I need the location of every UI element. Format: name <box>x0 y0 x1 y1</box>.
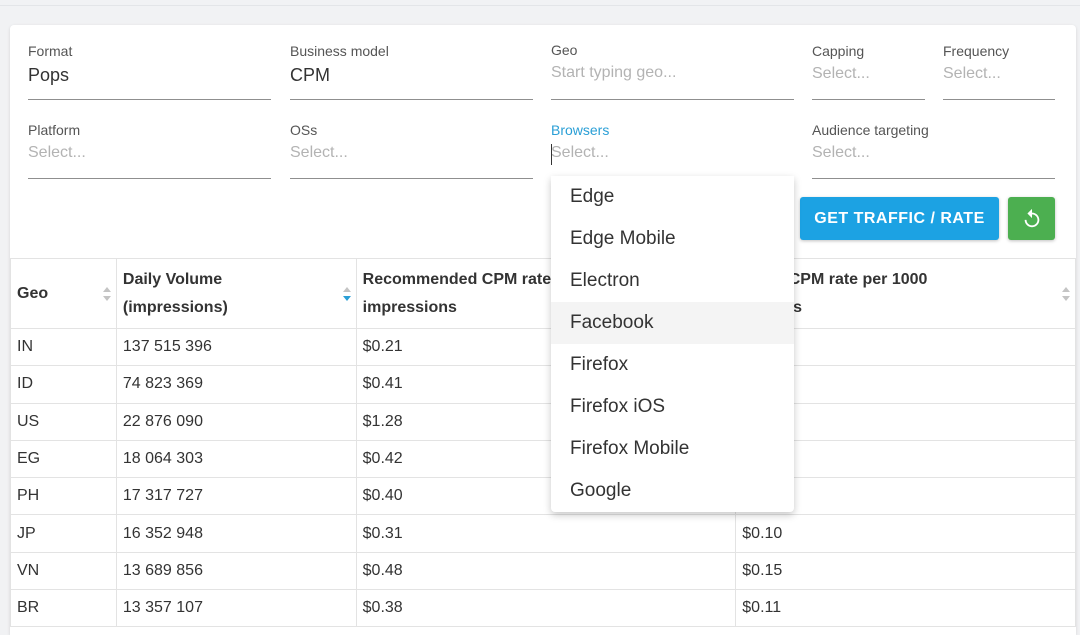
cell-geo: VN <box>10 551 117 591</box>
cell-daily-volume: 17 317 727 <box>115 477 357 516</box>
platform-label: Platform <box>28 122 81 138</box>
column-header-minimum-line1: um CPM rate per 1000 <box>760 270 928 288</box>
column-header-minimum-line2: sions <box>760 294 1049 322</box>
capping-underline <box>812 99 925 100</box>
sort-neutral-icon <box>102 286 111 301</box>
dropdown-option-google[interactable]: Google <box>551 470 794 512</box>
business-model-select[interactable]: Business model CPM <box>290 43 533 100</box>
table-row: VN 13 689 856 $0.48 $0.15 <box>10 551 1076 591</box>
traffic-table: Geo Daily Volume (impressions) Recommend… <box>10 258 1076 628</box>
table-row: IN 137 515 396 $0.21 <box>10 327 1076 367</box>
refresh-icon <box>1024 208 1039 227</box>
table-body: IN 137 515 396 $0.21 ID 74 823 369 $0.41 US 22 … <box>10 327 1076 628</box>
cell-recommended-cpm: $0.38 <box>355 589 737 628</box>
cell-recommended-cpm: $0.48 <box>355 551 737 591</box>
capping-placeholder: Select... <box>812 65 870 82</box>
business-model-underline <box>290 99 533 100</box>
dropdown-option-edge-mobile[interactable]: Edge Mobile <box>551 218 794 260</box>
capping-select[interactable]: Capping Select... <box>812 43 925 100</box>
browsers-placeholder: Select... <box>551 144 609 161</box>
cell-daily-volume: 13 357 107 <box>115 589 357 628</box>
platform-select[interactable]: Platform Select... <box>28 122 271 179</box>
platform-placeholder: Select... <box>28 144 86 161</box>
cell-daily-volume: 22 876 090 <box>115 402 357 441</box>
oss-underline <box>290 178 533 179</box>
dropdown-option-firefox-mobile[interactable]: Firefox Mobile <box>551 428 794 470</box>
column-header-daily-volume-line2: (impressions) <box>122 298 228 316</box>
table-row: BR 13 357 107 $0.38 $0.11 <box>10 589 1076 628</box>
table-row: JP 16 352 948 $0.31 $0.10 <box>10 514 1076 553</box>
browsers-dropdown-menu: Edge Edge Mobile Electron Facebook Firef… <box>551 176 794 512</box>
audience-targeting-label: Audience targeting <box>812 122 929 138</box>
frequency-placeholder: Select... <box>943 65 1001 82</box>
dropdown-option-facebook[interactable]: Facebook <box>551 302 794 344</box>
column-header-daily-volume[interactable]: Daily Volume (impressions) <box>115 258 357 329</box>
cell-daily-volume: 18 064 303 <box>115 439 357 479</box>
column-header-geo[interactable]: Geo <box>10 258 117 329</box>
audience-targeting-underline <box>812 178 1055 179</box>
format-underline <box>28 99 271 100</box>
capping-label: Capping <box>812 43 865 59</box>
platform-underline <box>28 178 271 179</box>
table-row: US 22 876 090 $1.28 <box>10 402 1076 441</box>
business-model-label: Business model <box>290 43 389 59</box>
cell-geo: US <box>10 402 117 441</box>
reset-button[interactable] <box>1008 197 1055 240</box>
format-value: Pops <box>28 65 70 85</box>
dropdown-option-electron[interactable]: Electron <box>551 260 794 302</box>
dropdown-option-firefox-ios[interactable]: Firefox iOS <box>551 386 794 428</box>
table-row: EG 18 064 303 $0.42 <box>10 439 1076 479</box>
frequency-underline <box>943 99 1055 100</box>
format-label: Format <box>28 43 73 59</box>
cell-daily-volume: 16 352 948 <box>115 514 357 553</box>
sort-neutral-icon <box>1062 286 1070 301</box>
geo-input[interactable]: Geo Start typing geo... <box>551 42 794 100</box>
column-header-daily-volume-line1: Daily Volume <box>122 270 223 288</box>
browsers-select[interactable]: Browsers Select... <box>551 122 794 179</box>
cell-geo: IN <box>10 327 117 367</box>
frequency-label: Frequency <box>943 43 1010 59</box>
oss-label: OSs <box>290 122 318 138</box>
cell-geo: ID <box>10 365 117 404</box>
cell-geo: BR <box>10 589 117 628</box>
format-select[interactable]: Format Pops <box>28 43 271 100</box>
cell-geo: PH <box>10 477 117 516</box>
cell-minimum-cpm: $0.11 <box>735 589 1076 628</box>
oss-select[interactable]: OSs Select... <box>290 122 533 179</box>
cell-geo: EG <box>10 439 117 479</box>
audience-targeting-select[interactable]: Audience targeting Select... <box>812 122 1055 179</box>
oss-placeholder: Select... <box>290 144 348 161</box>
cell-minimum-cpm: $0.10 <box>735 514 1076 553</box>
business-model-value: CPM <box>290 65 330 85</box>
audience-targeting-placeholder: Select... <box>812 144 870 161</box>
top-divider <box>0 5 1080 6</box>
table-row: ID 74 823 369 $0.41 <box>10 365 1076 404</box>
cell-daily-volume: 74 823 369 <box>115 365 357 404</box>
cell-geo: JP <box>10 514 117 553</box>
geo-underline <box>551 99 794 100</box>
table-row: PH 17 317 727 $0.40 <box>10 477 1076 516</box>
cell-daily-volume: 13 689 856 <box>115 551 357 591</box>
cell-minimum-cpm: $0.15 <box>735 551 1076 591</box>
frequency-select[interactable]: Frequency Select... <box>943 43 1055 100</box>
dropdown-option-edge[interactable]: Edge <box>551 176 794 218</box>
dropdown-option-firefox[interactable]: Firefox <box>551 344 794 386</box>
traffic-estimator-card: Format Pops Business model CPM Geo Start… <box>10 25 1076 635</box>
browsers-label: Browsers <box>551 122 610 138</box>
geo-placeholder: Start typing geo... <box>551 64 677 81</box>
table-header-row: Geo Daily Volume (impressions) Recommend… <box>10 258 1076 329</box>
get-traffic-rate-button[interactable]: GET TRAFFIC / RATE <box>800 197 999 240</box>
cell-recommended-cpm: $0.31 <box>355 514 737 553</box>
text-caret <box>551 144 552 165</box>
cell-daily-volume: 137 515 396 <box>115 327 357 367</box>
geo-label: Geo <box>551 42 578 58</box>
column-header-geo-label: Geo <box>17 284 49 302</box>
sort-descending-icon <box>342 286 351 301</box>
